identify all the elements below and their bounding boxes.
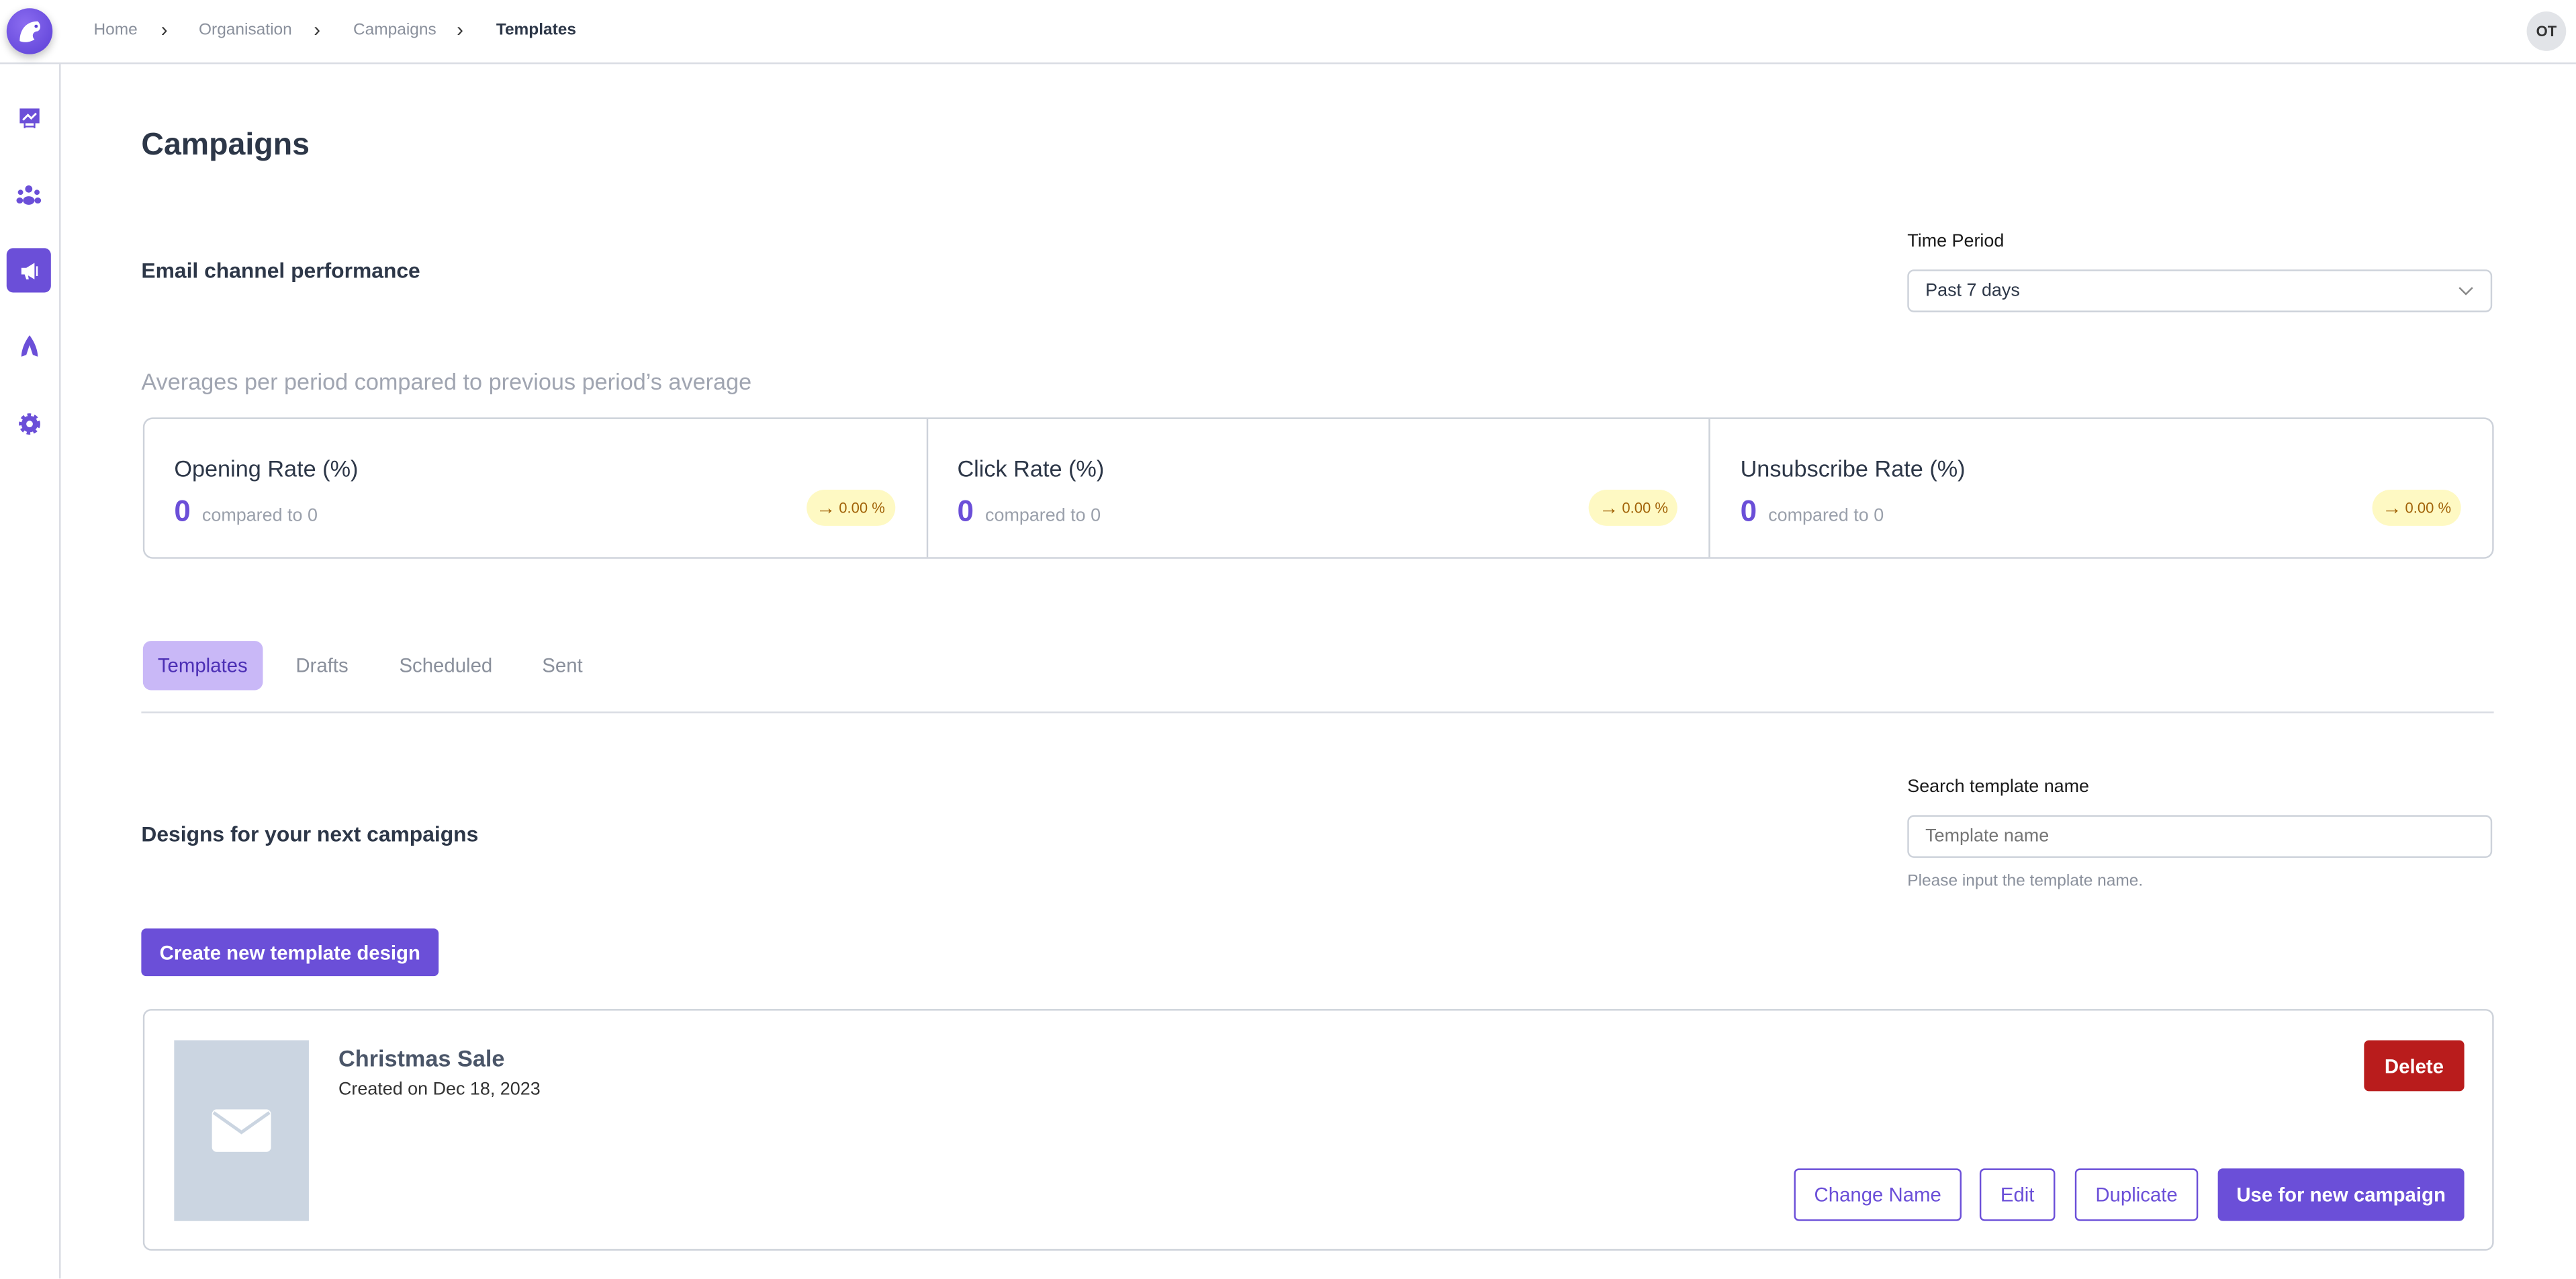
chevron-right-icon: › <box>160 17 168 42</box>
performance-subtitle: Averages per period compared to previous… <box>141 367 752 395</box>
rocket-icon <box>20 334 38 356</box>
stat-compared: compared to 0 <box>1768 506 1884 526</box>
sidebar-item-analytics[interactable] <box>7 95 51 140</box>
stat-title: Opening Rate (%) <box>174 455 359 482</box>
change-badge: → 0.00 % <box>2372 490 2461 526</box>
stat-value: 0 <box>1740 494 1757 528</box>
stat-value: 0 <box>957 494 974 528</box>
stat-value: 0 <box>174 494 191 528</box>
edit-button[interactable]: Edit <box>1979 1168 2056 1221</box>
tab-templates[interactable]: Templates <box>142 641 263 691</box>
section-title: Email channel performance <box>141 258 420 283</box>
stat-title: Click Rate (%) <box>957 455 1105 482</box>
stat-title: Unsubscribe Rate (%) <box>1740 455 1966 482</box>
change-value: 0.00 % <box>1622 499 1668 517</box>
breadcrumb-home[interactable]: Home <box>93 21 137 40</box>
change-value: 0.00 % <box>2405 499 2452 517</box>
sidebar-item-automation[interactable] <box>7 324 51 368</box>
time-period-value: Past 7 days <box>1925 281 2020 301</box>
stat-compared: compared to 0 <box>201 506 318 526</box>
search-input[interactable] <box>1907 815 2493 858</box>
stat-unsubscribe-rate: Unsubscribe Rate (%) 0 compared to 0 → 0.… <box>1709 418 2492 558</box>
stat-click-rate: Click Rate (%) 0 compared to 0 → 0.00 % <box>925 418 1709 558</box>
search-label: Search template name <box>1907 777 2090 797</box>
sidebar-item-campaigns[interactable] <box>6 248 51 293</box>
stat-opening-rate: Opening Rate (%) 0 compared to 0 → 0.00 % <box>144 419 926 557</box>
search-help: Please input the template name. <box>1907 873 2144 891</box>
template-card: Christmas Sale Created on Dec 18, 2023 D… <box>142 1009 2494 1251</box>
sidebar-item-audience[interactable] <box>7 173 51 217</box>
change-name-button[interactable]: Change Name <box>1794 1168 1962 1221</box>
stats-panel: Opening Rate (%) 0 compared to 0 → 0.00 %… <box>142 417 2494 559</box>
breadcrumb-campaigns[interactable]: Campaigns <box>353 21 436 40</box>
sidebar <box>0 64 61 1279</box>
delete-button[interactable]: Delete <box>2364 1040 2465 1092</box>
duplicate-button[interactable]: Duplicate <box>2074 1168 2199 1221</box>
tab-scheduled[interactable]: Scheduled <box>384 641 507 690</box>
page-title: Campaigns <box>141 128 310 163</box>
template-thumbnail[interactable] <box>174 1040 309 1221</box>
logo[interactable] <box>6 8 53 54</box>
arrow-right-icon: → <box>815 496 836 520</box>
time-period-label: Time Period <box>1907 231 2005 252</box>
gear-icon <box>17 412 40 434</box>
create-template-button[interactable]: Create new template design <box>141 928 439 977</box>
template-created: Created on Dec 18, 2023 <box>338 1079 541 1100</box>
change-badge: → 0.00 % <box>1589 490 1678 526</box>
users-icon <box>16 185 42 205</box>
breadcrumb-organisation[interactable]: Organisation <box>199 21 292 40</box>
arrow-right-icon: → <box>1599 496 1619 520</box>
tab-sent[interactable]: Sent <box>527 641 597 690</box>
change-value: 0.00 % <box>839 499 885 517</box>
presentation-chart-icon <box>19 107 39 128</box>
top-bar: Home › Organisation › Campaigns › Templa… <box>0 0 2576 64</box>
use-for-campaign-button[interactable]: Use for new campaign <box>2217 1168 2465 1221</box>
chevron-down-icon <box>2458 287 2473 296</box>
time-period-select[interactable]: Past 7 days <box>1907 269 2493 312</box>
breadcrumb-templates: Templates <box>496 21 577 40</box>
sidebar-item-settings[interactable] <box>7 401 51 445</box>
avatar[interactable]: OT <box>2526 11 2567 51</box>
tabs-divider <box>141 711 2494 713</box>
chevron-right-icon: › <box>457 17 463 42</box>
stat-compared: compared to 0 <box>985 506 1101 526</box>
chevron-right-icon: › <box>314 17 321 42</box>
change-badge: → 0.00 % <box>806 490 895 526</box>
template-name: Christmas Sale <box>338 1045 505 1072</box>
templates-title: Designs for your next campaigns <box>141 822 479 846</box>
arrow-right-icon: → <box>2382 496 2402 520</box>
megaphone-icon <box>20 262 38 279</box>
tab-drafts[interactable]: Drafts <box>281 641 363 690</box>
envelope-icon <box>212 1109 271 1152</box>
